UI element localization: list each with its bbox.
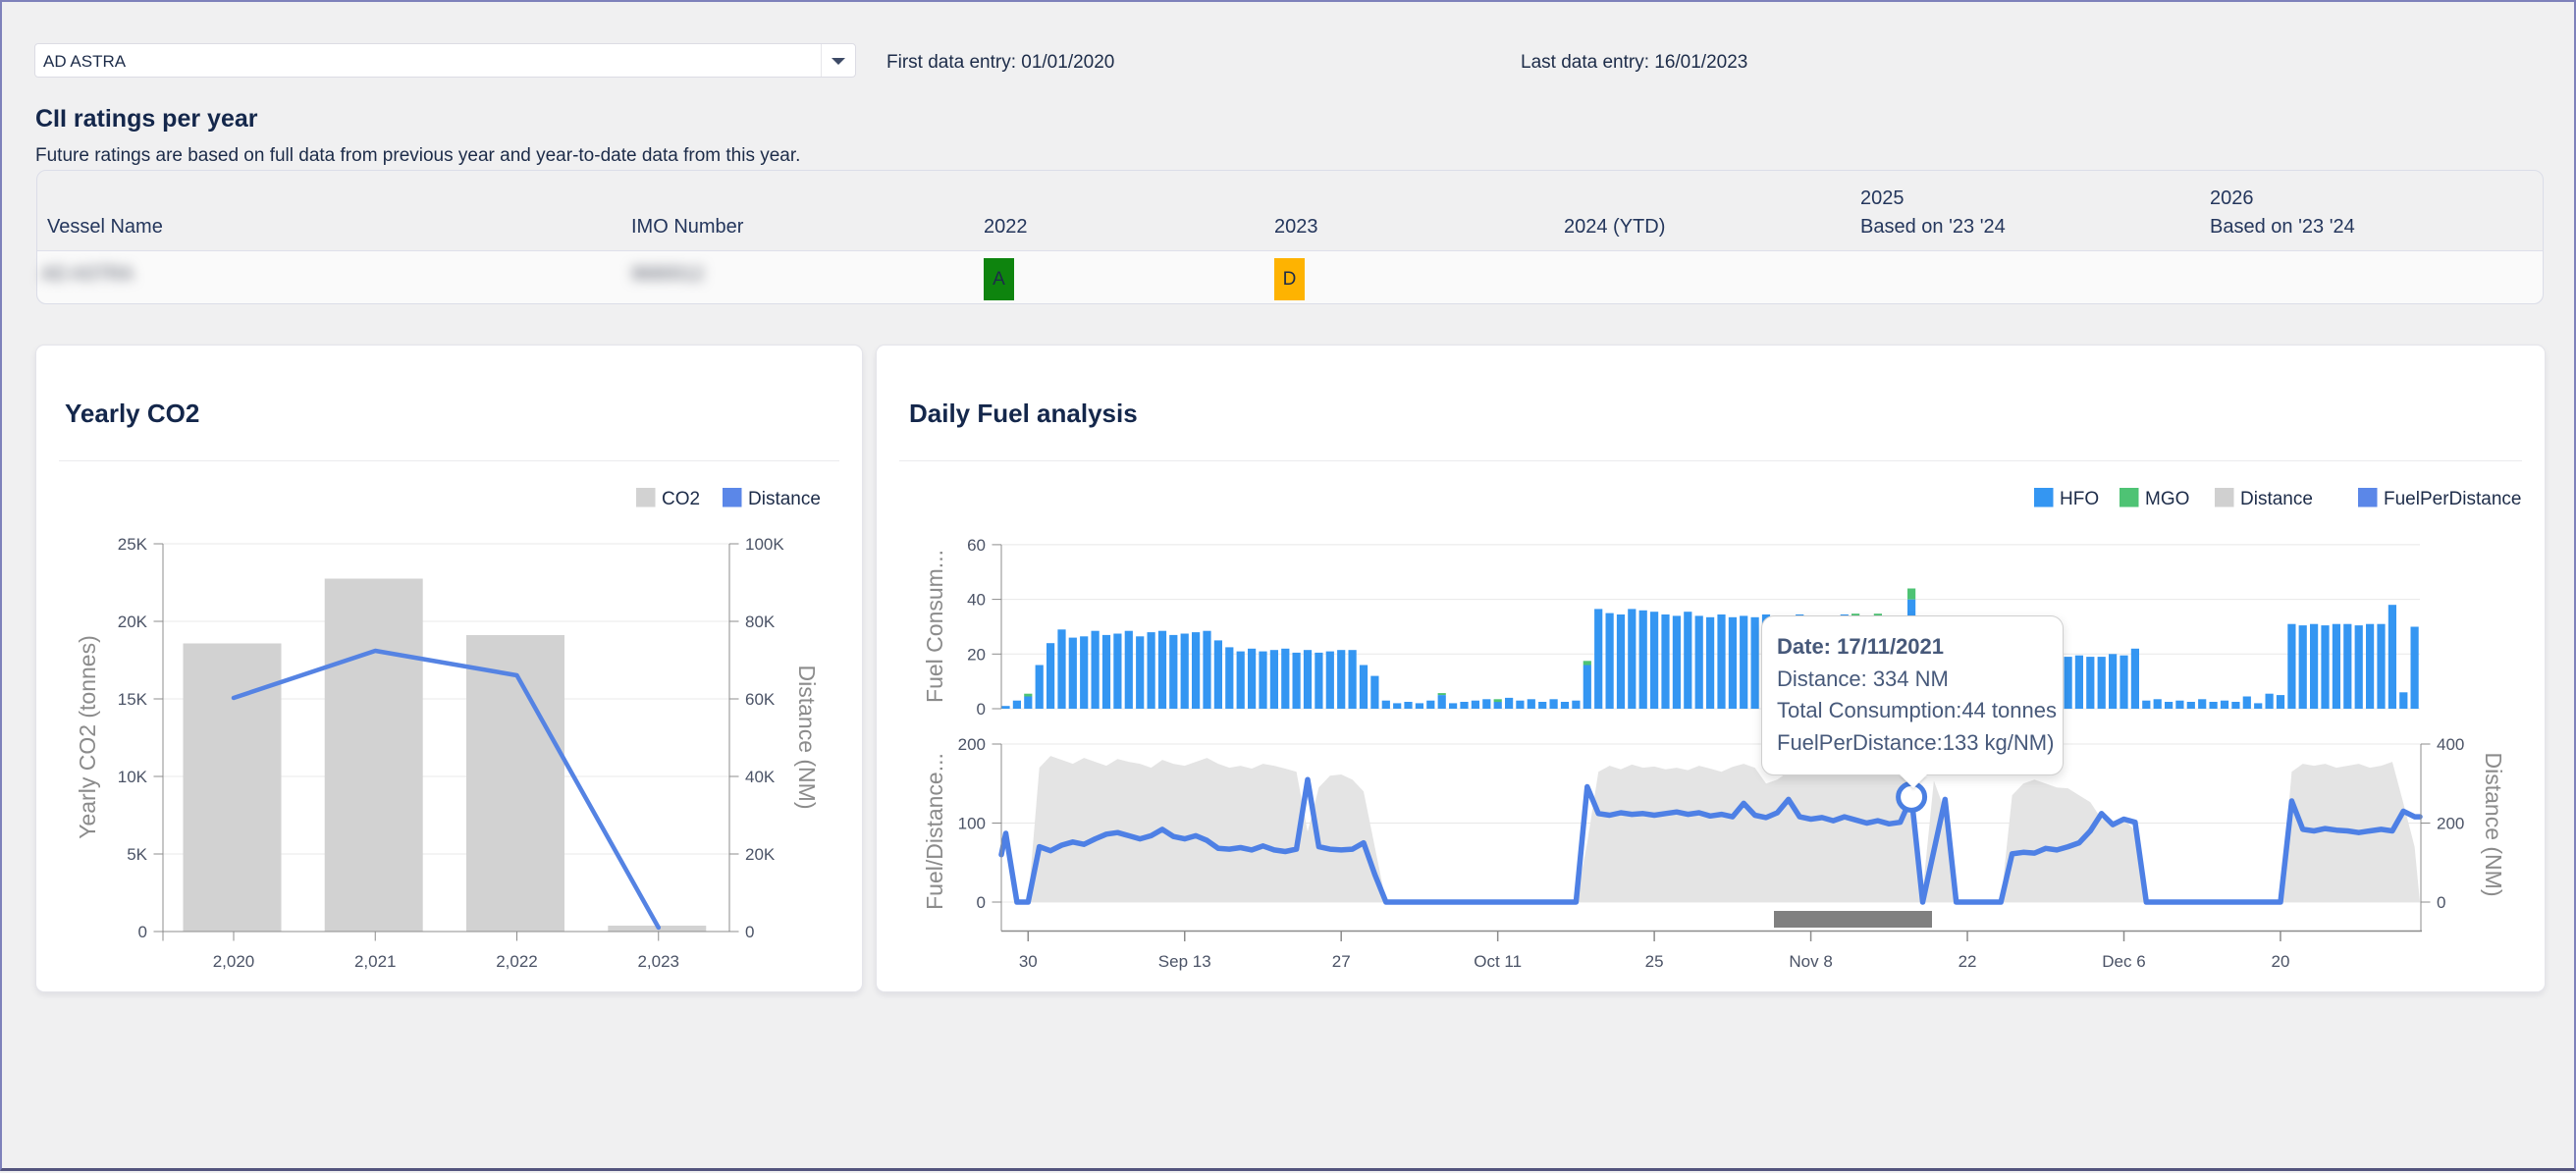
svg-text:Yearly CO2 (tonnes): Yearly CO2 (tonnes): [75, 635, 100, 839]
svg-text:Dec 6: Dec 6: [2102, 952, 2145, 971]
svg-text:27: 27: [1332, 952, 1351, 971]
svg-text:2,022: 2,022: [496, 952, 538, 971]
svg-text:Distance (NM): Distance (NM): [794, 666, 820, 810]
svg-text:22: 22: [1959, 952, 1977, 971]
svg-text:20K: 20K: [118, 613, 148, 631]
svg-text:20: 20: [2271, 952, 2289, 971]
svg-text:CO2: CO2: [662, 489, 700, 509]
svg-text:Fuel/Distance...: Fuel/Distance...: [922, 753, 947, 910]
svg-text:40K: 40K: [745, 768, 776, 786]
svg-text:2,023: 2,023: [637, 952, 679, 971]
svg-text:0: 0: [745, 923, 754, 941]
svg-text:HFO: HFO: [2060, 489, 2099, 509]
svg-text:10K: 10K: [118, 768, 148, 786]
svg-text:Nov 8: Nov 8: [1789, 952, 1832, 971]
svg-text:Fuel Consum...: Fuel Consum...: [922, 550, 947, 703]
svg-text:Distance (NM): Distance (NM): [2481, 753, 2506, 897]
svg-text:60: 60: [967, 536, 986, 555]
svg-text:30: 30: [1019, 952, 1038, 971]
svg-text:20K: 20K: [745, 845, 776, 864]
svg-text:Distance: Distance: [748, 489, 821, 509]
svg-text:40: 40: [967, 591, 986, 610]
svg-text:2,021: 2,021: [354, 952, 397, 971]
svg-text:0: 0: [2437, 893, 2445, 912]
svg-text:15K: 15K: [118, 690, 148, 709]
svg-text:Oct 11: Oct 11: [1474, 952, 1522, 971]
svg-text:5K: 5K: [127, 845, 147, 864]
svg-text:80K: 80K: [745, 613, 776, 631]
svg-text:FuelPerDistance: FuelPerDistance: [2384, 489, 2521, 509]
svg-text:400: 400: [2437, 735, 2464, 754]
svg-text:200: 200: [958, 735, 986, 754]
svg-text:100: 100: [958, 815, 986, 833]
svg-text:100K: 100K: [745, 535, 784, 554]
svg-text:0: 0: [138, 923, 147, 941]
svg-text:2,020: 2,020: [213, 952, 255, 971]
svg-text:200: 200: [2437, 815, 2464, 833]
svg-text:MGO: MGO: [2145, 489, 2189, 509]
svg-text:0: 0: [977, 700, 986, 719]
svg-text:Distance: Distance: [2240, 489, 2313, 509]
svg-text:60K: 60K: [745, 690, 776, 709]
svg-text:25: 25: [1645, 952, 1664, 971]
svg-text:Sep 13: Sep 13: [1158, 952, 1211, 971]
svg-text:25K: 25K: [118, 535, 148, 554]
svg-text:20: 20: [967, 645, 986, 664]
svg-text:0: 0: [977, 893, 986, 912]
